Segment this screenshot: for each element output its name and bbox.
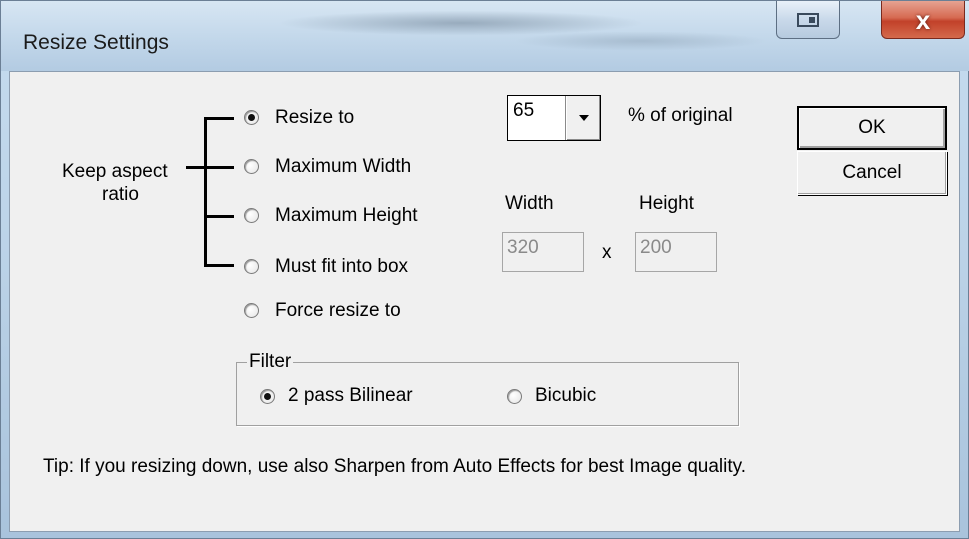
- title-bar[interactable]: Resize Settings x: [1, 1, 969, 71]
- radio-force-resize-to-label[interactable]: Force resize to: [275, 300, 401, 322]
- radio-force-resize-to[interactable]: [244, 303, 259, 318]
- height-label: Height: [639, 193, 694, 214]
- radio-maximum-width[interactable]: [244, 159, 259, 174]
- percent-value[interactable]: 65: [508, 96, 566, 140]
- percent-suffix-label: % of original: [628, 105, 733, 126]
- dialog-client-area: Keep aspect ratio Resize to Maximum Widt…: [9, 71, 960, 532]
- aspect-bracket: [204, 117, 207, 266]
- size-separator: x: [602, 242, 612, 263]
- bracket-tick-1: [204, 117, 234, 120]
- radio-2-pass-bilinear[interactable]: [260, 389, 275, 404]
- radio-resize-to[interactable]: [244, 110, 259, 125]
- bracket-tick-2: [186, 166, 234, 169]
- keep-aspect-label-line1: Keep aspect: [62, 161, 168, 182]
- chevron-down-icon: [578, 115, 589, 121]
- keep-aspect-label-line2: ratio: [102, 184, 139, 205]
- width-label: Width: [505, 193, 554, 214]
- window-title: Resize Settings: [23, 31, 169, 54]
- ok-button[interactable]: OK: [797, 106, 947, 150]
- radio-maximum-height-label[interactable]: Maximum Height: [275, 205, 418, 227]
- radio-resize-to-label[interactable]: Resize to: [275, 107, 354, 129]
- radio-bicubic-label[interactable]: Bicubic: [535, 385, 596, 407]
- width-field[interactable]: 320: [502, 232, 584, 272]
- radio-must-fit-into-box-label[interactable]: Must fit into box: [275, 256, 408, 278]
- bracket-tick-3: [204, 215, 234, 218]
- tip-text: Tip: If you resizing down, use also Shar…: [43, 456, 747, 477]
- percent-combobox[interactable]: 65: [507, 95, 601, 141]
- radio-bicubic[interactable]: [507, 389, 522, 404]
- filter-group-legend: Filter: [247, 351, 294, 373]
- restore-icon: [797, 12, 819, 27]
- radio-2-pass-bilinear-label[interactable]: 2 pass Bilinear: [288, 385, 413, 407]
- height-field[interactable]: 200: [635, 232, 717, 272]
- restore-button[interactable]: [776, 1, 840, 39]
- radio-maximum-width-label[interactable]: Maximum Width: [275, 156, 411, 178]
- resize-settings-dialog: Resize Settings x Keep aspect ratio Resi…: [0, 0, 969, 539]
- percent-dropdown-button[interactable]: [566, 96, 600, 140]
- cancel-button[interactable]: Cancel: [797, 151, 947, 195]
- close-icon: x: [915, 4, 931, 35]
- close-button[interactable]: x: [881, 1, 965, 39]
- radio-must-fit-into-box[interactable]: [244, 259, 259, 274]
- radio-maximum-height[interactable]: [244, 208, 259, 223]
- bracket-tick-4: [204, 264, 234, 267]
- filter-group: Filter 2 pass Bilinear Bicubic: [236, 351, 739, 426]
